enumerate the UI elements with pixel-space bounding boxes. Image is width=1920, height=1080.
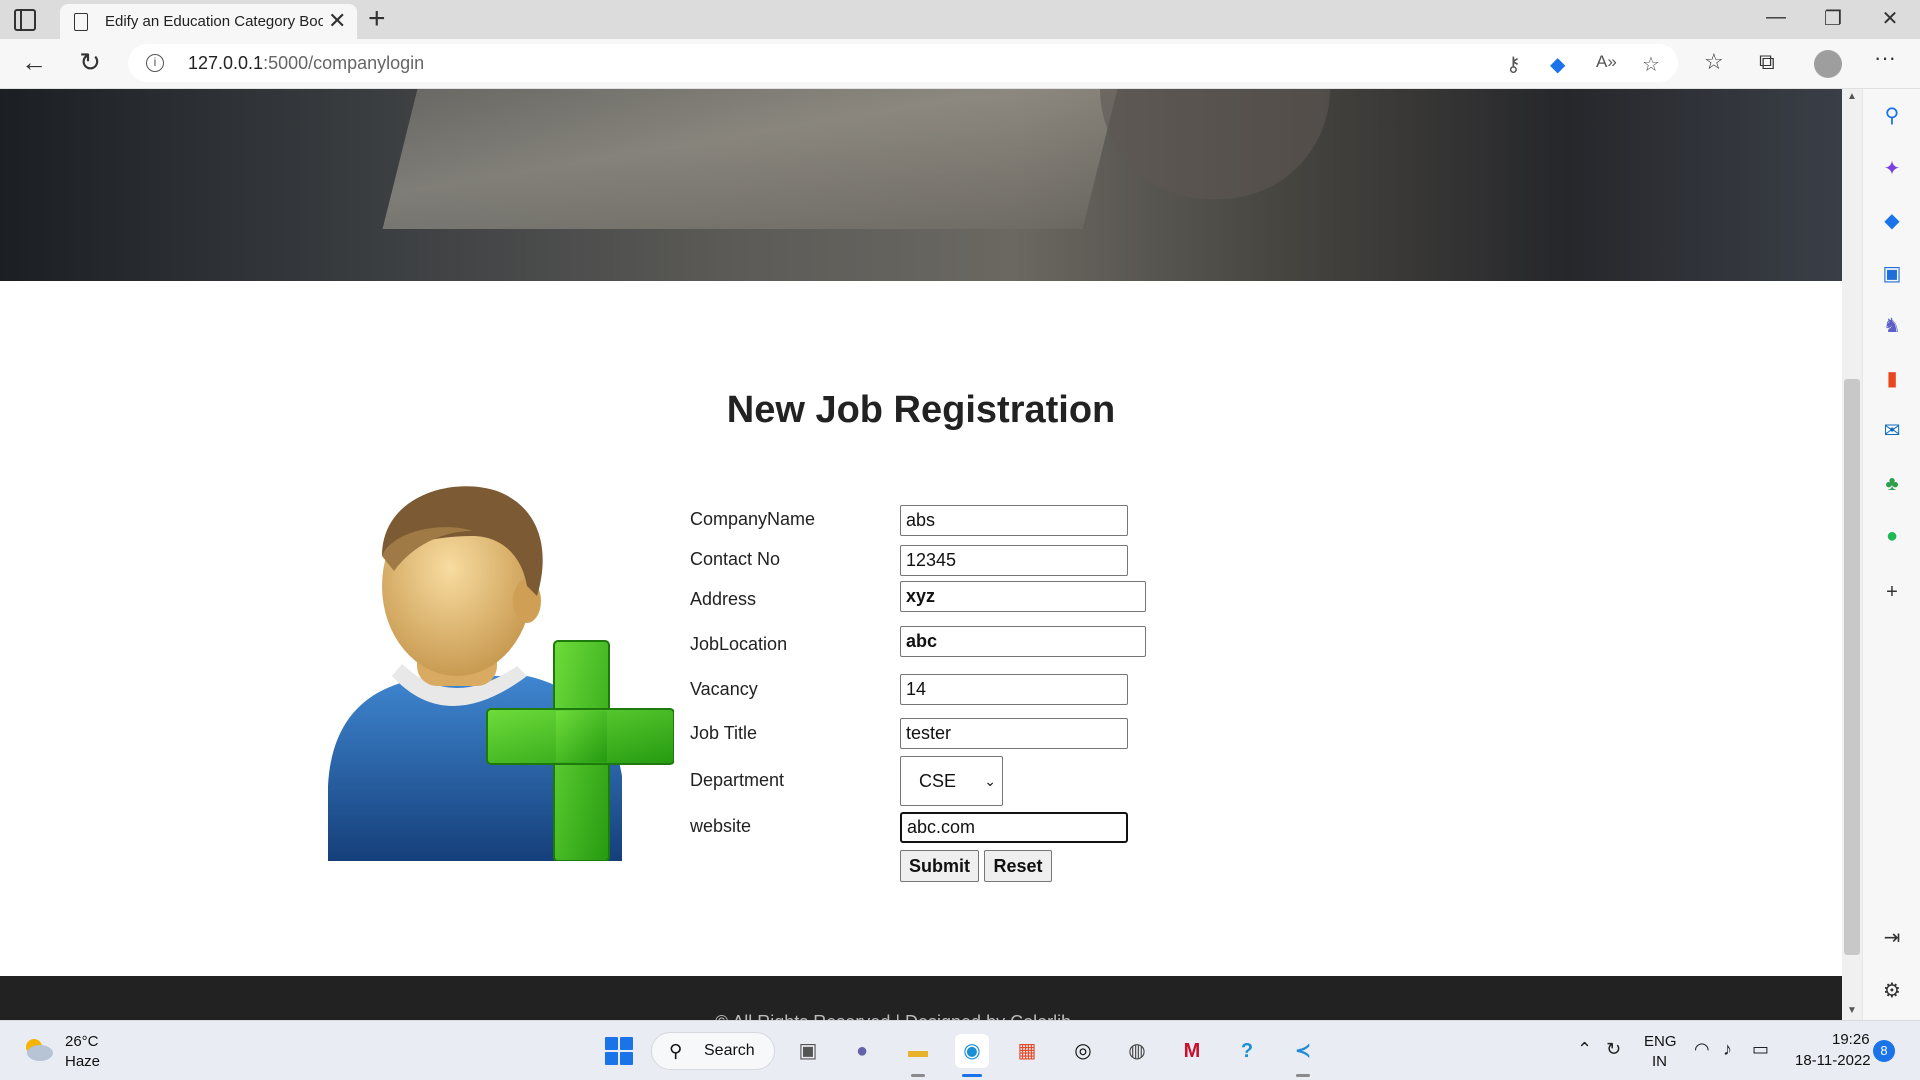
address-label: Address — [690, 589, 757, 609]
wifi-icon[interactable]: ◠ — [1694, 1039, 1710, 1060]
vertical-scrollbar[interactable]: ▲ ▼ — [1842, 89, 1862, 1020]
weather-description[interactable]: Haze — [65, 1053, 100, 1070]
scroll-down-arrow-icon[interactable]: ▼ — [1842, 1005, 1862, 1016]
sync-icon[interactable]: ↻ — [1606, 1039, 1621, 1060]
games-icon[interactable]: ♞ — [1879, 313, 1905, 339]
weather-haze-icon[interactable] — [22, 1035, 54, 1063]
file-explorer-icon[interactable]: ▬ — [901, 1034, 935, 1068]
collections-icon[interactable]: ⧉ — [1759, 49, 1775, 75]
page-title: New Job Registration — [726, 389, 1116, 431]
contact-no-label: Contact No — [690, 549, 781, 569]
job-title-input[interactable] — [900, 718, 1128, 749]
profile-avatar[interactable] — [1814, 50, 1842, 78]
website-label: website — [690, 816, 752, 836]
taskbar-search-label: Search — [704, 1042, 755, 1059]
close-window-button[interactable]: ✕ — [1870, 6, 1910, 31]
tab-actions-icon[interactable] — [14, 9, 36, 31]
browser-toolbar: ← ↻ i 127.0.0.1:5000/companylogin ⚷ ◆ A»… — [0, 39, 1920, 89]
more-menu-icon[interactable]: ··· — [1874, 45, 1896, 71]
tab-close-icon[interactable]: ✕ — [328, 8, 346, 34]
tools-icon[interactable]: ▣ — [1879, 261, 1905, 287]
windows-taskbar: 26°C Haze ⚲ Search ▣ ● ▬ ◉ ▦ ◎ ◍ M ? ≺ ⌃… — [0, 1020, 1920, 1080]
region-indicator[interactable]: IN — [1652, 1053, 1667, 1070]
github-icon[interactable]: ◎ — [1066, 1034, 1100, 1068]
shopping-tag-icon[interactable]: ◆ — [1550, 52, 1565, 77]
task-view-icon[interactable]: ▣ — [791, 1034, 825, 1068]
search-icon: ⚲ — [669, 1041, 683, 1061]
refresh-icon[interactable]: ↻ — [72, 47, 108, 77]
copilot-sparkle-icon[interactable]: ✦ — [1879, 156, 1905, 182]
add-sidebar-app-icon[interactable]: + — [1879, 579, 1905, 605]
search-icon[interactable]: ⚲ — [1879, 103, 1905, 129]
language-indicator[interactable]: ENG — [1644, 1033, 1677, 1050]
office-icon[interactable]: ▮ — [1879, 366, 1905, 392]
hero-banner-image — [0, 89, 1842, 281]
department-selected-value: CSE — [919, 771, 957, 791]
maximize-button[interactable]: ❐ — [1813, 6, 1853, 31]
contact-no-input[interactable] — [900, 545, 1128, 576]
page-footer: © All Rights Reserved | Designed by Colo… — [0, 976, 1842, 1020]
site-info-icon[interactable]: i — [146, 54, 164, 72]
company-name-input[interactable] — [900, 505, 1128, 536]
job-location-input[interactable] — [900, 626, 1146, 657]
hide-sidebar-icon[interactable]: ⇥ — [1879, 925, 1905, 951]
key-icon[interactable]: ⚷ — [1506, 52, 1521, 77]
spotify-icon[interactable]: ● — [1879, 523, 1905, 549]
notification-badge[interactable]: 8 — [1873, 1040, 1895, 1062]
tab-title: Edify an Education Category Boo — [105, 13, 323, 30]
vacancy-input[interactable] — [900, 674, 1128, 705]
company-name-label: CompanyName — [690, 509, 816, 529]
footer-copyright: © All Rights Reserved | Designed by Colo… — [715, 1012, 1071, 1020]
show-hidden-icons-chevron-icon[interactable]: ⌃ — [1577, 1039, 1592, 1060]
favorites-icon[interactable]: ☆ — [1704, 49, 1724, 75]
read-aloud-icon[interactable]: A» — [1596, 52, 1617, 72]
scroll-up-arrow-icon[interactable]: ▲ — [1842, 91, 1862, 102]
windows-start-icon[interactable] — [605, 1037, 633, 1065]
page-icon — [74, 13, 88, 31]
reset-button[interactable]: Reset — [984, 850, 1052, 882]
job-location-label: JobLocation — [690, 634, 788, 654]
help-icon[interactable]: ? — [1230, 1034, 1264, 1068]
microsoft-store-icon[interactable]: ▦ — [1010, 1034, 1044, 1068]
tree-icon[interactable]: ♣ — [1879, 471, 1905, 497]
address-bar[interactable]: i 127.0.0.1:5000/companylogin ⚷ ◆ A» ☆ — [128, 44, 1678, 82]
shopping-icon[interactable]: ◆ — [1879, 208, 1905, 234]
minimize-button[interactable]: — — [1756, 6, 1796, 29]
url-text: 127.0.0.1:5000/companylogin — [188, 53, 424, 74]
edge-sidebar: ⚲ ✦ ◆ ▣ ♞ ▮ ✉ ♣ ● + ⇥ ⚙ — [1862, 89, 1920, 1020]
website-input[interactable] — [900, 812, 1128, 843]
teams-chat-icon[interactable]: ● — [845, 1034, 879, 1068]
vacancy-label: Vacancy — [690, 679, 758, 699]
vscode-icon[interactable]: ≺ — [1286, 1034, 1320, 1068]
chevron-down-icon: ⌄ — [984, 773, 996, 789]
weather-temperature[interactable]: 26°C — [65, 1033, 99, 1050]
url-path: :5000/companylogin — [263, 53, 425, 73]
page-viewport: New Job Registration CompanyName Contact… — [0, 89, 1842, 1020]
submit-button[interactable]: Submit — [900, 850, 979, 882]
mcafee-icon[interactable]: M — [1175, 1034, 1209, 1068]
obs-icon[interactable]: ◍ — [1120, 1034, 1154, 1068]
volume-icon[interactable]: ♪ — [1723, 1039, 1732, 1060]
clock-date[interactable]: 18-11-2022 — [1795, 1052, 1871, 1069]
tab-strip: Edify an Education Category Boo ✕ + — ❐ … — [0, 0, 1920, 39]
browser-tab-active[interactable]: Edify an Education Category Boo ✕ — [60, 4, 357, 39]
edge-browser-icon[interactable]: ◉ — [955, 1034, 989, 1068]
add-user-image — [328, 486, 674, 861]
address-input[interactable] — [900, 581, 1146, 612]
clock-time[interactable]: 19:26 — [1832, 1031, 1870, 1048]
settings-gear-icon[interactable]: ⚙ — [1879, 978, 1905, 1004]
battery-icon[interactable]: ▭ — [1752, 1039, 1769, 1060]
job-title-label: Job Title — [690, 723, 758, 743]
outlook-icon[interactable]: ✉ — [1879, 418, 1905, 444]
department-select[interactable]: CSE ⌄ — [900, 756, 1003, 806]
add-favorite-icon[interactable]: ☆ — [1642, 52, 1660, 77]
back-arrow-icon[interactable]: ← — [16, 47, 52, 77]
scrollbar-thumb[interactable] — [1844, 379, 1860, 955]
url-host: 127.0.0.1 — [188, 53, 264, 73]
new-tab-button[interactable]: + — [368, 2, 386, 36]
department-label: Department — [690, 770, 785, 790]
taskbar-search[interactable]: ⚲ Search — [651, 1032, 775, 1070]
